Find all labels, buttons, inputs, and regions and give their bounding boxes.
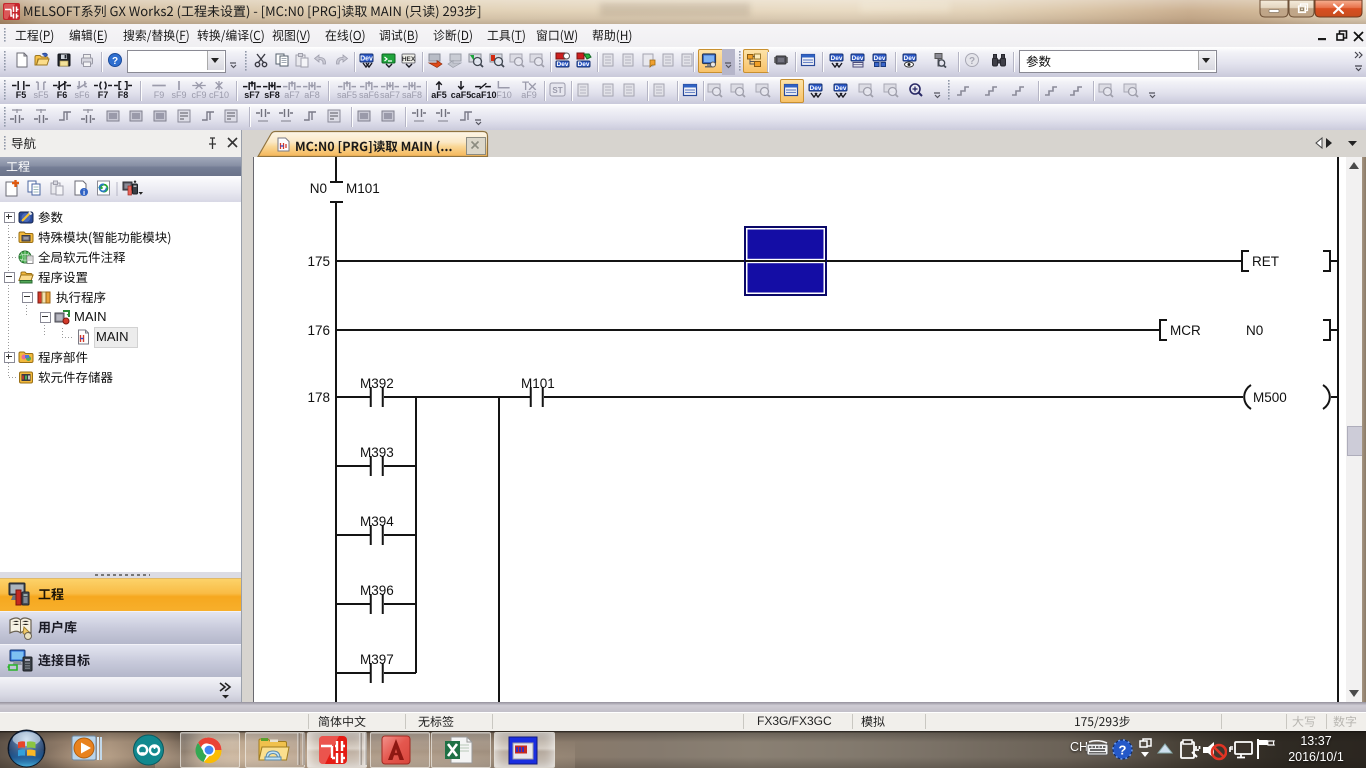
svg-text:M394: M394 [360, 514, 394, 529]
svg-text:N0: N0 [310, 181, 327, 196]
svg-text:M397: M397 [360, 652, 394, 667]
svg-text:176: 176 [307, 323, 330, 338]
svg-text:M500: M500 [1253, 390, 1287, 405]
svg-text:175: 175 [307, 254, 330, 269]
svg-text:?: ? [1119, 743, 1127, 758]
svg-text:M396: M396 [360, 583, 394, 598]
svg-text:M392: M392 [360, 376, 394, 391]
svg-text:M101: M101 [521, 376, 555, 391]
svg-text:178: 178 [307, 390, 330, 405]
svg-text:RET: RET [1252, 254, 1279, 269]
svg-text:M393: M393 [360, 445, 394, 460]
svg-text:N0: N0 [1246, 323, 1263, 338]
svg-text:MCR: MCR [1170, 323, 1201, 338]
svg-text:M101: M101 [346, 181, 380, 196]
